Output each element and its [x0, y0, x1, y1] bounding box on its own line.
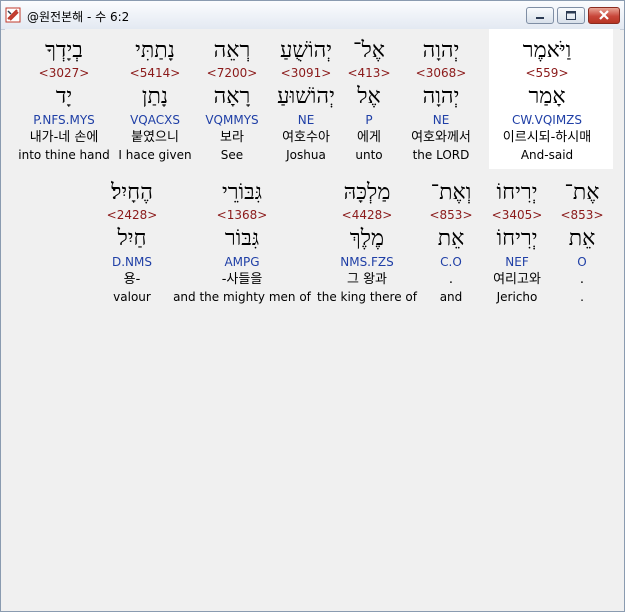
hebrew-lemma: יָד: [55, 84, 73, 109]
english-gloss: valour: [113, 290, 151, 304]
strong-number: <4428>: [341, 208, 393, 222]
word-column[interactable]: בְיָדְךָ <3027> יָד P.NFS.MYS 내가-네 손에 into th…: [0, 37, 134, 163]
close-button[interactable]: [588, 7, 620, 24]
korean-gloss: 내가-네 손에: [29, 130, 99, 145]
strong-number: <2428>: [106, 208, 158, 222]
hebrew-word: הֶחָיִל׃: [111, 180, 153, 205]
morphology-code: P.NFS.MYS: [33, 113, 95, 127]
minimize-icon: [536, 17, 544, 19]
strong-number: <3027>: [38, 66, 90, 80]
minimize-button[interactable]: [526, 7, 554, 24]
hebrew-word: מַלְכָּהּ: [343, 180, 391, 205]
maximize-button[interactable]: [557, 7, 585, 24]
word-column[interactable]: הֶחָיִל׃ <2428> חַיִל D.NMS 용-valour: [62, 179, 202, 305]
hebrew-lemma: חַיִל: [117, 226, 147, 251]
morphology-code: NMS.FZS: [340, 255, 394, 269]
hebrew-word: בְיָדְךָ: [45, 38, 83, 63]
word-column[interactable]: מַלְכָּהּ <4428> מֶלֶךְ NMS.FZS 그 왕과 the king…: [297, 179, 437, 305]
korean-gloss: 용-: [123, 272, 141, 287]
app-icon: [5, 7, 21, 23]
window-title: @원전본해 - 수 6:2: [27, 10, 130, 24]
title-bar[interactable]: @원전본해 - 수 6:2: [1, 1, 624, 30]
interlinear-view[interactable]: וַיֹּאמֶר <559> אָמַר CW.VQIMZS 이르시되-하시매 And-…: [5, 29, 620, 607]
korean-gloss: 그 왕과: [346, 272, 387, 287]
maximize-icon: [566, 11, 576, 20]
close-icon: [599, 10, 609, 20]
hebrew-lemma: מֶלֶךְ: [349, 226, 385, 251]
english-gloss: the king there of: [317, 290, 417, 304]
english-gloss: into thine hand: [18, 148, 110, 162]
app-window: @원전본해 - 수 6:2 וַיֹּאמֶר <559> אָמַר CW.VQIM…: [0, 0, 625, 612]
morphology-code: D.NMS: [111, 255, 152, 269]
